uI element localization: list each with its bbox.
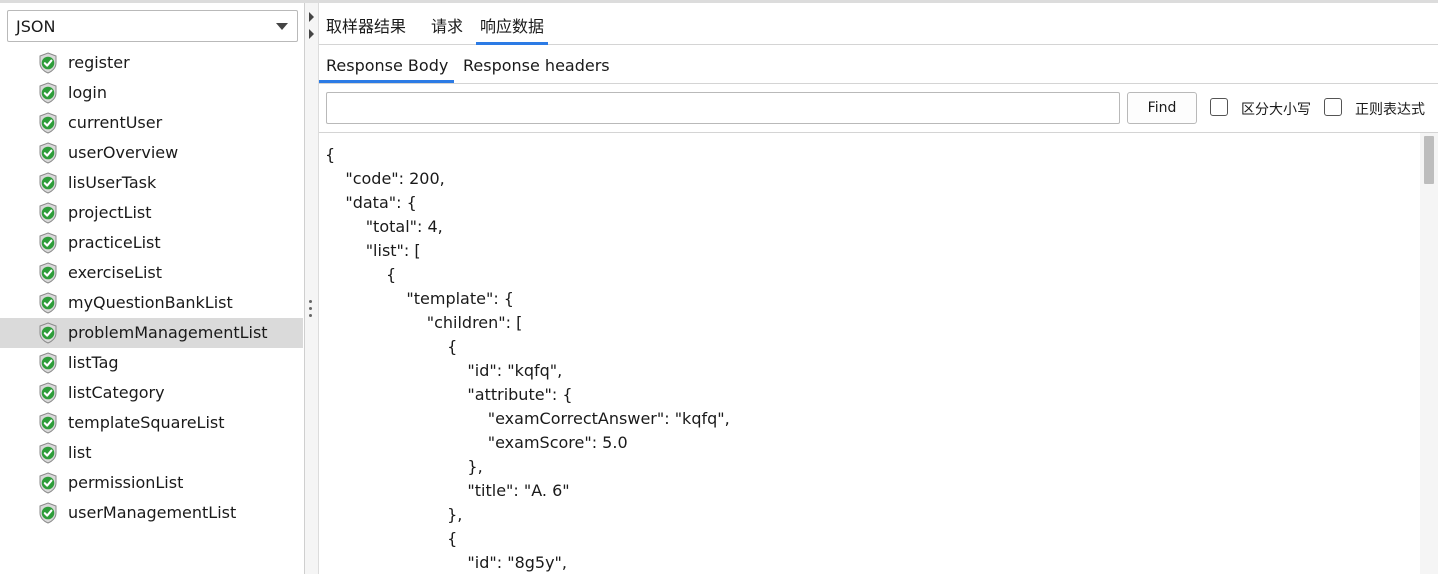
find-input[interactable] [326, 92, 1120, 124]
sample-tree-item[interactable]: register [0, 48, 303, 78]
sample-tree-item-label: listCategory [68, 383, 165, 402]
sample-tree-item[interactable]: currentUser [0, 108, 303, 138]
sample-tree-item[interactable]: practiceList [0, 228, 303, 258]
sample-tree-item[interactable]: list [0, 438, 303, 468]
panel-splitter[interactable] [305, 3, 319, 574]
sample-tree-item[interactable]: problemManagementList [0, 318, 303, 348]
sample-tree-item-label: list [68, 443, 92, 462]
shield-check-icon [39, 172, 57, 194]
sample-tree-item[interactable]: myQuestionBankList [0, 288, 303, 318]
sample-tree-item[interactable]: permissionList [0, 468, 303, 498]
results-tree-panel: JSON register login currentUser userOvervie… [0, 3, 305, 574]
response-line: "children": [ [325, 313, 523, 332]
shield-check-icon [39, 232, 57, 254]
response-line: "title": "A. 6" [325, 481, 570, 500]
sample-tree-item[interactable]: listCategory [0, 378, 303, 408]
sample-tree-item-label: listTag [68, 353, 119, 372]
shield-check-icon [39, 112, 57, 134]
response-line: { [325, 265, 397, 284]
shield-check-icon [39, 292, 57, 314]
response-line: "code": 200, [325, 169, 445, 188]
sample-tree-item-label: templateSquareList [68, 413, 225, 432]
case-sensitive-label: 区分大小写 [1241, 102, 1311, 118]
splitter-grip-icon[interactable] [309, 300, 313, 320]
sample-tree-item-label: userOverview [68, 143, 179, 162]
result-detail-panel: 取样器结果 请求 响应数据 Response Body Response hea… [319, 3, 1438, 574]
sample-tree-item-label: exerciseList [68, 263, 162, 282]
shield-check-icon [39, 442, 57, 464]
response-line: "data": { [325, 193, 417, 212]
chevron-down-icon[interactable] [276, 23, 288, 30]
sample-tree-item-label: lisUserTask [68, 173, 157, 192]
sample-tree-item-label: projectList [68, 203, 152, 222]
response-line: "attribute": { [325, 385, 573, 404]
response-line: "total": 4, [325, 217, 443, 236]
response-line: }, [325, 505, 463, 524]
tab-response-headers[interactable]: Response headers [463, 56, 610, 75]
sample-tree-item[interactable]: templateSquareList [0, 408, 303, 438]
response-line: "id": "8g5y", [325, 553, 567, 572]
expand-arrow-icon[interactable] [309, 29, 314, 39]
tab-response-data[interactable]: 响应数据 [476, 13, 549, 45]
shield-check-icon [39, 52, 57, 74]
shield-check-icon [39, 142, 57, 164]
shield-check-icon [39, 262, 57, 284]
response-line: "examScore": 5.0 [325, 433, 628, 452]
response-body-text[interactable]: { "code": 200, "data": { "total": 4, "li… [319, 133, 1419, 574]
sample-tree-item[interactable]: login [0, 78, 303, 108]
sample-tree-item-label: practiceList [68, 233, 161, 252]
sample-tree-item[interactable]: lisUserTask [0, 168, 303, 198]
response-line: }, [325, 457, 483, 476]
sample-tree-item-label: problemManagementList [68, 323, 268, 342]
sample-tree-item-label: login [68, 83, 107, 102]
sample-tree-item-label: currentUser [68, 113, 163, 132]
sample-tree-item[interactable]: projectList [0, 198, 303, 228]
collapse-arrow-icon[interactable] [309, 12, 314, 22]
find-bar: Find 区分大小写 正则表达式 [319, 84, 1438, 133]
main-tabs: 取样器结果 请求 响应数据 [319, 3, 1438, 45]
sample-tree-item-label: register [68, 53, 130, 72]
shield-check-icon [39, 502, 57, 524]
shield-check-icon [39, 382, 57, 404]
vertical-scrollbar[interactable] [1420, 133, 1438, 574]
response-subtabs: Response Body Response headers [319, 45, 1438, 84]
shield-check-icon [39, 322, 57, 344]
response-line: { [325, 337, 458, 356]
response-line: "list": [ [325, 241, 421, 260]
shield-check-icon [39, 202, 57, 224]
regex-label: 正则表达式 [1355, 102, 1425, 118]
response-line: "id": "kqfq", [325, 361, 563, 380]
renderer-select-value: JSON [16, 17, 56, 36]
response-line: "template": { [325, 289, 514, 308]
sample-tree-item[interactable]: exerciseList [0, 258, 303, 288]
response-line: { [325, 529, 458, 548]
tab-response-body[interactable]: Response Body [319, 56, 455, 83]
scrollbar-thumb[interactable] [1424, 136, 1434, 184]
sample-tree-item[interactable]: listTag [0, 348, 303, 378]
find-button[interactable]: Find [1127, 92, 1197, 124]
case-sensitive-checkbox[interactable] [1210, 98, 1228, 116]
sample-tree-item-label: myQuestionBankList [68, 293, 233, 312]
sample-tree-item-label: userManagementList [68, 503, 237, 522]
response-line: "examCorrectAnswer": "kqfq", [325, 409, 730, 428]
sample-tree-item[interactable]: userOverview [0, 138, 303, 168]
response-line: { [325, 145, 336, 164]
sample-tree: register login currentUser userOverview lisU… [0, 48, 303, 528]
tab-request[interactable]: 请求 [431, 13, 463, 37]
shield-check-icon [39, 352, 57, 374]
regex-checkbox[interactable] [1324, 98, 1342, 116]
sample-tree-item-label: permissionList [68, 473, 184, 492]
renderer-select[interactable]: JSON [7, 10, 298, 42]
sample-tree-item[interactable]: userManagementList [0, 498, 303, 528]
shield-check-icon [39, 82, 57, 104]
shield-check-icon [39, 412, 57, 434]
shield-check-icon [39, 472, 57, 494]
tab-sampler-result[interactable]: 取样器结果 [326, 13, 406, 37]
